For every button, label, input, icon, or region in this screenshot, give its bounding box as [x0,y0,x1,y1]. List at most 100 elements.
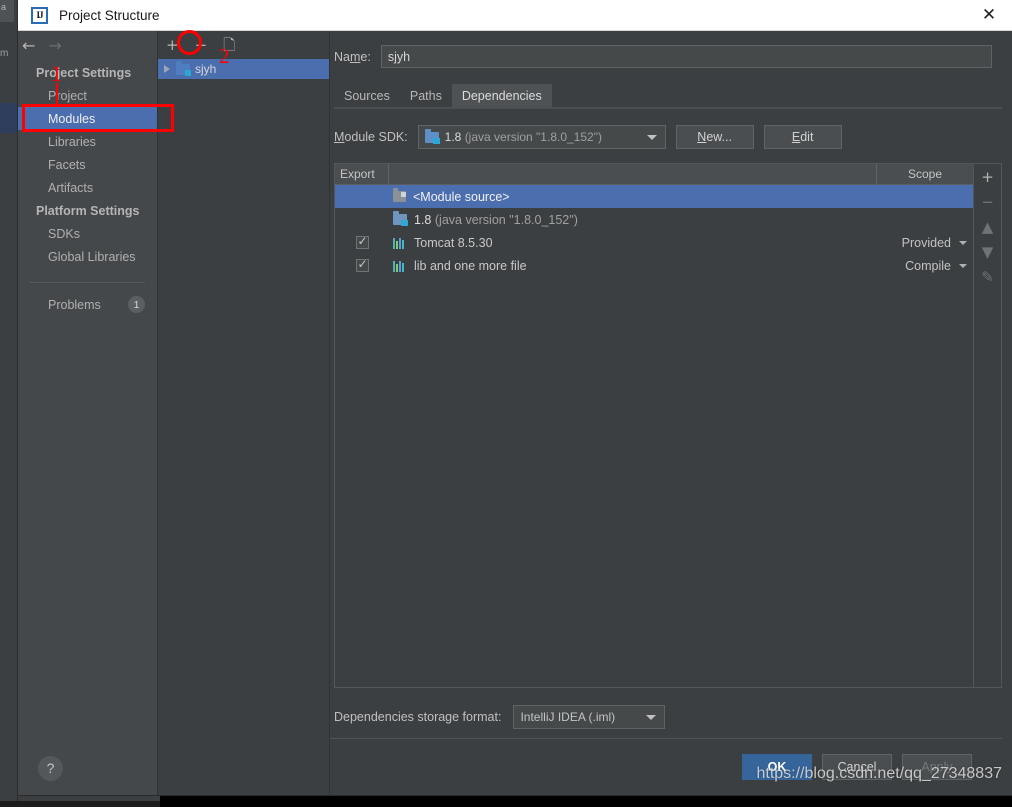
tab-sources[interactable]: Sources [334,84,400,108]
sidebar-navigation: ← → [18,31,157,61]
cell-name: lib and one more file [389,259,877,273]
sidebar-item-artifacts[interactable]: Artifacts [18,176,157,199]
edit-pencil-icon[interactable]: ✎ [981,270,994,285]
table-row[interactable]: Tomcat 8.5.30 Provided [335,231,973,254]
tab-underline [334,107,1002,108]
module-name-input[interactable] [380,45,992,68]
dependencies-side-toolbar: + − ▲ ▼ ✎ [974,163,1002,688]
help-row: ? [18,741,157,795]
apply-button[interactable]: Apply [902,754,972,780]
sidebar-item-modules[interactable]: Modules [18,107,157,130]
dependency-detail: (java version "1.8.0_152") [434,212,578,227]
scope-value: Compile [905,258,951,273]
background-bottom-left-bar [0,801,160,807]
sidebar-item-libraries[interactable]: Libraries [18,130,157,153]
dialog-body: ← → Project Settings Project Modules Lib… [18,31,1012,795]
move-up-icon[interactable]: ▲ [982,220,994,235]
sidebar-item-label: Modules [48,111,96,126]
table-row[interactable]: <Module source> [335,185,973,208]
sidebar-item-label: Project [48,88,87,103]
minus-icon[interactable]: − [981,195,994,210]
dependencies-table-body: <Module source> 1.8 (java version "1.8.0… [335,185,973,687]
column-header-export: Export [335,164,389,184]
tab-separator [334,108,1002,109]
module-sdk-label: Module SDK: [334,130,408,144]
library-icon [393,260,407,272]
module-sdk-dropdown[interactable]: 1.8 (java version "1.8.0_152") [417,125,666,149]
plus-icon[interactable]: + [981,170,994,185]
move-down-icon[interactable]: ▼ [982,245,994,260]
jdk-folder-icon [393,211,408,226]
dependencies-table-header: Export Scope [335,164,973,185]
arrow-left-icon[interactable]: ← [22,38,35,54]
sidebar-item-global-libraries[interactable]: Global Libraries [18,245,157,268]
sidebar-group-project-settings: Project Settings [36,66,132,80]
background-editor-selection [0,103,18,133]
sidebar-item-label: Facets [48,157,86,172]
add-module-button[interactable]: + [166,37,179,53]
export-checkbox[interactable] [355,257,369,272]
dependency-name: Tomcat 8.5.30 [414,235,493,250]
dependency-name: 1.8 (java version "1.8.0_152") [414,213,578,227]
module-folder-icon [176,60,191,76]
copy-icon[interactable]: 🗋 [223,37,235,53]
export-checkbox[interactable] [355,234,369,249]
cell-name: 1.8 (java version "1.8.0_152") [389,211,877,227]
sidebar-item-project[interactable]: Project [18,84,157,107]
module-sdk-row: Module SDK: 1.8 (java version "1.8.0_152… [334,125,1002,149]
table-row[interactable]: 1.8 (java version "1.8.0_152") [335,208,973,231]
background-bottom-bar [160,793,1012,807]
storage-format-row: Dependencies storage format: IntelliJ ID… [334,700,1002,734]
close-icon[interactable]: ✕ [966,0,1012,31]
sidebar-filler [18,316,157,741]
cell-scope[interactable]: Provided [877,236,973,250]
new-sdk-button[interactable]: New... [675,125,754,149]
sidebar-item-label: Libraries [48,134,96,149]
cell-export [335,234,389,249]
storage-format-value: IntelliJ IDEA (.iml) [520,710,616,724]
sidebar-item-sdks[interactable]: SDKs [18,222,157,245]
cell-scope[interactable]: Compile [877,259,973,273]
module-tabs: Sources Paths Dependencies [334,84,1002,108]
sidebar-item-label: Artifacts [48,180,94,195]
chevron-down-icon [646,134,657,140]
help-icon[interactable]: ? [38,755,63,781]
jdk-folder-icon [424,128,440,144]
problems-count-badge: 1 [128,296,145,313]
storage-format-dropdown[interactable]: IntelliJ IDEA (.iml) [513,705,666,729]
sidebar-item-label: Global Libraries [48,249,136,264]
module-tree-node-sjyh[interactable]: sjyh [158,59,329,79]
module-tree-panel: + − 🗋 sjyh [158,31,330,795]
module-name-label: Name: [334,49,371,64]
triangle-right-icon[interactable] [164,65,170,73]
tab-dependencies[interactable]: Dependencies [451,84,552,108]
cell-name: Tomcat 8.5.30 [389,236,877,250]
module-name-row: Name: [334,45,992,68]
background-editor-tab-label: a [1,2,7,12]
tab-paths[interactable]: Paths [399,84,452,108]
dependencies-table: Export Scope <Module source> 1.8 (java v… [334,163,974,688]
dependency-name: <Module source> [413,189,510,204]
cancel-button[interactable]: Cancel [822,754,892,780]
chevron-down-icon [959,240,967,245]
ok-button[interactable]: OK [742,754,812,780]
cell-export [335,257,389,272]
sidebar-item-facets[interactable]: Facets [18,153,157,176]
scope-value: Provided [901,235,951,250]
dependencies-table-wrapper: Export Scope <Module source> 1.8 (java v… [334,163,1002,688]
module-tree-node-label: sjyh [195,62,217,76]
sidebar-item-label: SDKs [48,226,80,241]
edit-sdk-button[interactable]: Edit [763,125,842,149]
dependency-name: lib and one more file [414,258,527,273]
module-source-folder-icon [393,188,406,202]
arrow-right-icon[interactable]: → [48,38,61,54]
remove-module-button[interactable]: − [195,37,208,53]
module-tree-rows: sjyh [158,59,329,795]
sidebar-divider [30,282,145,283]
module-sdk-value: 1.8 (java version "1.8.0_152") [445,130,641,144]
sidebar-item-problems[interactable]: Problems 1 [18,293,157,316]
table-row[interactable]: lib and one more file Compile [335,254,973,277]
dependency-version: 1.8 [414,212,432,227]
cell-name: <Module source> [389,188,877,204]
chevron-down-icon [646,714,657,720]
